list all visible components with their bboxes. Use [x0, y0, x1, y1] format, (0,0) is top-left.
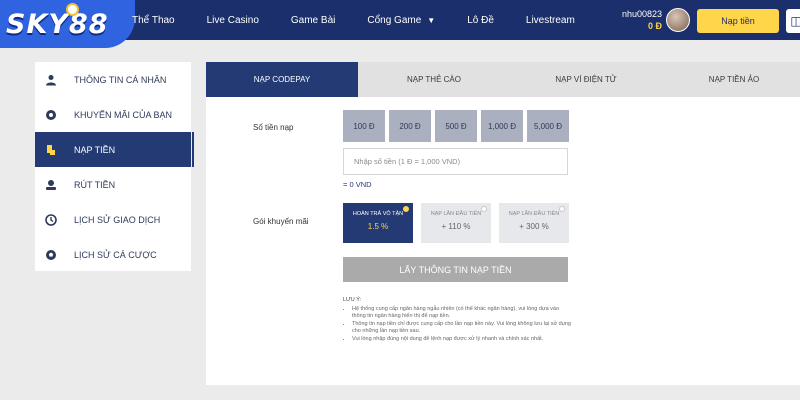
- account-sidebar: THÔNG TIN CÁ NHÂN KHUYẾN MÃI CỦA BẠN NẠP…: [35, 62, 191, 271]
- nav-item-lo-de[interactable]: Lô Đề: [467, 15, 494, 26]
- tab-e-wallet[interactable]: NẠP VÍ ĐIỆN TỬ: [510, 62, 662, 97]
- note-item: Hệ thống cung cấp ngân hàng ngẫu nhiên (…: [352, 306, 573, 320]
- sidebar-item-label: LỊCH SỬ GIAO DỊCH: [74, 214, 161, 225]
- soccer-ball-icon: [66, 3, 79, 16]
- sidebar-item-personal-info[interactable]: THÔNG TIN CÁ NHÂN: [35, 62, 191, 97]
- promo-value: + 110 %: [441, 222, 471, 231]
- chevron-down-icon: ▼: [427, 15, 436, 25]
- radio-icon: [559, 206, 565, 212]
- nav-item-the-thao[interactable]: Thể Thao: [132, 15, 175, 26]
- balance: 0 Đ: [647, 21, 662, 31]
- amount-preset-button[interactable]: 1,000 Đ: [481, 110, 523, 142]
- promo-label: Gói khuyến mãi: [253, 217, 309, 226]
- promo-value: 1.5 %: [367, 222, 389, 231]
- sidebar-item-promotions[interactable]: KHUYẾN MÃI CỦA BẠN: [35, 97, 191, 132]
- nav-item-live-casino[interactable]: Live Casino: [207, 15, 259, 26]
- notes-title: LƯU Ý:: [343, 297, 362, 303]
- promo-name: NẠP LẦN ĐẦU TIÊN: [430, 211, 482, 217]
- promo-value: + 300 %: [519, 222, 549, 231]
- sky88-logo[interactable]: SKY88: [0, 0, 135, 48]
- logo-text: SKY88: [6, 8, 109, 40]
- username: nhu00823: [621, 9, 662, 19]
- promo-option-first-deposit-110[interactable]: NẠP LẦN ĐẦU TIÊN + 110 %: [421, 203, 491, 243]
- nav-item-cong-game-label: Cổng Game: [367, 14, 422, 26]
- sidebar-item-bet-history[interactable]: LỊCH SỬ CÁ CƯỢC: [35, 237, 191, 272]
- promo-name: NẠP LẦN ĐẦU TIÊN: [508, 211, 560, 217]
- gift-icon: [45, 109, 57, 121]
- promo-name: HOÀN TRẢ VÔ TẬN: [352, 211, 404, 217]
- sidebar-item-label: THÔNG TIN CÁ NHÂN: [74, 74, 167, 85]
- top-navbar: SKY88 Thể Thao Live Casino Game Bài Cổng…: [0, 0, 800, 48]
- deposit-icon: [45, 144, 57, 156]
- amount-preset-button[interactable]: 500 Đ: [435, 110, 477, 142]
- deposit-notes: LƯU Ý: Hệ thống cung cấp ngân hàng ngẫu …: [343, 297, 573, 344]
- ball-icon: [45, 249, 57, 261]
- sidebar-item-transaction-history[interactable]: LỊCH SỬ GIAO DỊCH: [35, 202, 191, 237]
- deposit-tabs: NẠP CODEPAY NẠP THẺ CÀO NẠP VÍ ĐIỆN TỬ N…: [206, 62, 800, 97]
- nav-item-livestream[interactable]: Livestream: [526, 15, 575, 26]
- amount-presets: 100 Đ 200 Đ 500 Đ 1,000 Đ 5,000 Đ: [343, 110, 573, 142]
- amount-preset-button[interactable]: 200 Đ: [389, 110, 431, 142]
- amount-input[interactable]: [343, 148, 568, 175]
- radio-icon: [481, 206, 487, 212]
- deposit-panel: NẠP CODEPAY NẠP THẺ CÀO NẠP VÍ ĐIỆN TỬ N…: [206, 62, 800, 385]
- amount-preset-button[interactable]: 5,000 Đ: [527, 110, 569, 142]
- tab-crypto[interactable]: NẠP TIỀN ẢO: [662, 62, 800, 97]
- sidebar-item-label: NẠP TIỀN: [74, 144, 116, 155]
- user-info: nhu00823 0 Đ: [612, 8, 662, 32]
- sidebar-item-label: RÚT TIỀN: [74, 179, 116, 190]
- note-item: Thông tin nạp tiền chỉ được cung cấp cho…: [352, 321, 573, 335]
- note-item: Vui lòng nhập đúng nội dung để lệnh nạp …: [352, 336, 573, 343]
- notes-list: Hệ thống cung cấp ngân hàng ngẫu nhiên (…: [343, 306, 573, 343]
- user-icon: [45, 74, 57, 86]
- nav-item-cong-game[interactable]: Cổng Game ▼: [367, 15, 435, 26]
- amount-preset-button[interactable]: 100 Đ: [343, 110, 385, 142]
- withdraw-icon: [45, 179, 57, 191]
- promo-option-cashback[interactable]: HOÀN TRẢ VÔ TẬN 1.5 %: [343, 203, 413, 243]
- amount-label: Số tiền nạp: [253, 123, 294, 132]
- promo-option-first-deposit-300[interactable]: NẠP LẦN ĐẦU TIÊN + 300 %: [499, 203, 569, 243]
- tab-scratch-card[interactable]: NẠP THẺ CÀO: [358, 62, 510, 97]
- nav-item-game-bai[interactable]: Game Bài: [291, 15, 335, 26]
- sidebar-item-label: LỊCH SỬ CÁ CƯỢC: [74, 249, 157, 260]
- main-nav: Thể Thao Live Casino Game Bài Cổng Game …: [132, 0, 607, 40]
- radio-icon: [403, 206, 409, 212]
- avatar[interactable]: [666, 8, 690, 32]
- sidebar-item-label: KHUYẾN MÃI CỦA BẠN: [74, 109, 173, 120]
- active-marker: [192, 132, 194, 167]
- history-icon: [45, 213, 57, 226]
- sidebar-item-deposit[interactable]: NẠP TIỀN: [35, 132, 191, 167]
- conversion-text: = 0 VND: [343, 180, 372, 189]
- promo-options: HOÀN TRẢ VÔ TẬN 1.5 % NẠP LẦN ĐẦU TIÊN +…: [343, 203, 577, 243]
- logout-icon[interactable]: ◫: [786, 9, 800, 33]
- get-deposit-info-button[interactable]: LẤY THÔNG TIN NẠP TIỀN: [343, 257, 568, 282]
- tab-codepay[interactable]: NẠP CODEPAY: [206, 62, 358, 97]
- sidebar-item-withdraw[interactable]: RÚT TIỀN: [35, 167, 191, 202]
- deposit-button[interactable]: Nạp tiền: [697, 9, 779, 33]
